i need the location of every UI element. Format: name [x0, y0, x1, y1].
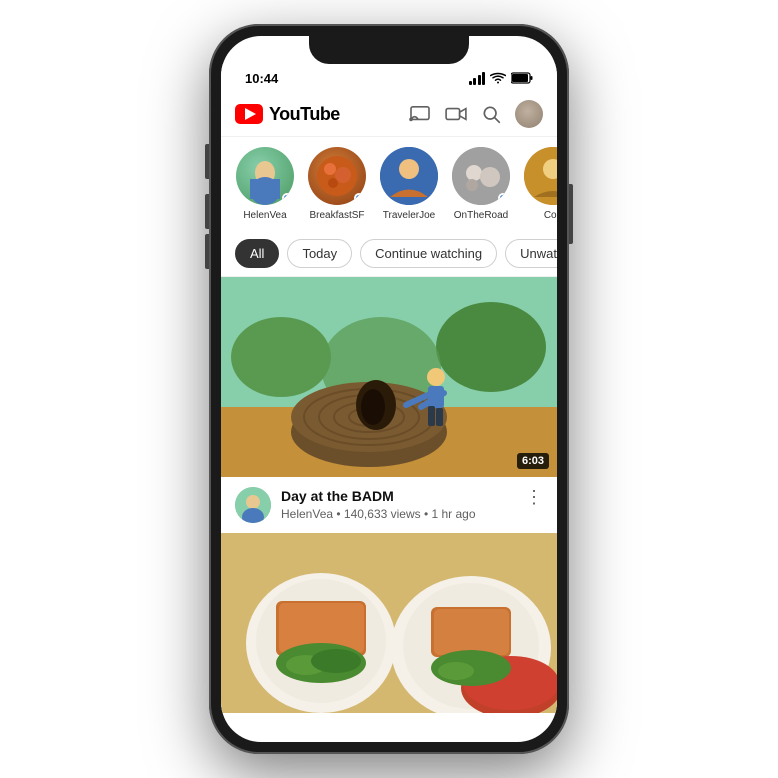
play-triangle — [245, 108, 256, 120]
filter-chips-row: All Today Continue watching Unwatched — [221, 231, 557, 277]
phone-screen: 10:44 — [221, 36, 557, 742]
channel-avatar[interactable] — [235, 487, 271, 523]
video-title: Day at the BADM — [281, 487, 515, 505]
new-content-dot — [282, 193, 292, 203]
video-card-2 — [221, 533, 557, 713]
food-thumbnail[interactable] — [221, 533, 557, 713]
phone-notch — [309, 36, 469, 64]
subscription-name: HelenVea — [243, 210, 286, 221]
video-meta: HelenVea • 140,633 views • 1 hr ago — [281, 507, 515, 521]
subscription-avatar — [380, 147, 438, 205]
user-avatar[interactable] — [515, 100, 543, 128]
status-icons — [469, 72, 534, 85]
status-bar: 10:44 — [221, 64, 557, 92]
subscription-avatar — [236, 147, 294, 205]
wifi-icon — [490, 72, 506, 84]
subscription-item[interactable]: TravelerJoe — [379, 147, 439, 221]
status-time: 10:44 — [245, 71, 278, 86]
chip-continue-watching[interactable]: Continue watching — [360, 239, 497, 268]
subscription-item[interactable]: HelenVea — [235, 147, 295, 221]
video-more-button[interactable]: ⋮ — [525, 487, 543, 508]
subscription-name: TravelerJoe — [383, 210, 435, 221]
new-content-dot — [498, 193, 508, 203]
subscription-avatar — [452, 147, 510, 205]
phone-device: 10:44 — [209, 24, 569, 754]
subscription-name: OnTheRoad — [454, 210, 508, 221]
youtube-logo: YouTube — [235, 104, 340, 125]
subscription-avatar — [308, 147, 366, 205]
subscription-name: BreakfastSF — [309, 210, 364, 221]
subscription-name: Con — [544, 210, 557, 221]
chip-unwatched[interactable]: Unwatched — [505, 239, 557, 268]
subscriptions-row[interactable]: HelenVea Breakf — [221, 137, 557, 231]
video-details: Day at the BADM HelenVea • 140,633 views… — [281, 487, 515, 521]
subscription-item[interactable]: OnTheRoad — [451, 147, 511, 221]
signal-bars-icon — [469, 72, 486, 85]
screen-content: 10:44 — [221, 36, 557, 742]
chip-today[interactable]: Today — [287, 239, 352, 268]
cast-icon[interactable] — [409, 105, 431, 123]
video-duration: 6:03 — [517, 453, 549, 469]
subscription-item[interactable]: BreakfastSF — [307, 147, 367, 221]
chip-all[interactable]: All — [235, 239, 279, 268]
new-content-dot — [354, 193, 364, 203]
camera-icon[interactable] — [445, 105, 467, 123]
header-actions — [409, 100, 543, 128]
phone-wrapper: 10:44 — [0, 0, 778, 778]
youtube-header: YouTube — [221, 92, 557, 137]
video-thumbnail[interactable]: 6:03 — [221, 277, 557, 477]
battery-icon — [511, 72, 533, 84]
search-icon[interactable] — [481, 104, 501, 124]
subscription-avatar — [524, 147, 557, 205]
youtube-wordmark: YouTube — [269, 104, 340, 125]
video-card: 6:03 Day at the BADM HelenVea — [221, 277, 557, 533]
youtube-play-icon — [235, 104, 263, 124]
video-info: Day at the BADM HelenVea • 140,633 views… — [221, 477, 557, 533]
subscription-item[interactable]: Con — [523, 147, 557, 221]
